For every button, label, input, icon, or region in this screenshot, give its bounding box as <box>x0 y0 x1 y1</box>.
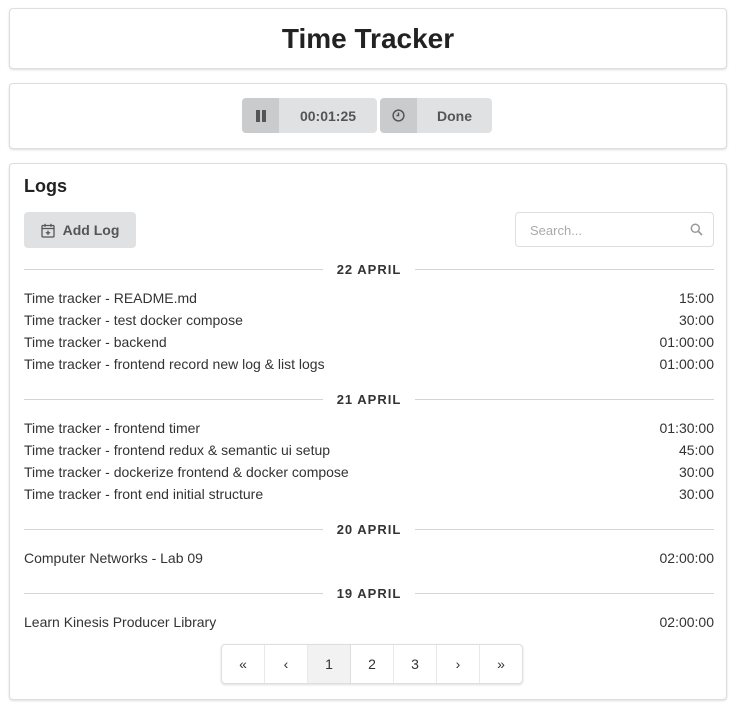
search-input[interactable] <box>528 213 682 248</box>
page-button-3[interactable]: 3 <box>394 645 437 683</box>
log-duration: 30:00 <box>678 464 714 480</box>
log-name: Learn Kinesis Producer Library <box>24 614 217 630</box>
log-duration: 01:00:00 <box>659 356 715 372</box>
log-duration: 01:00:00 <box>659 334 715 350</box>
log-name: Time tracker - front end initial structu… <box>24 486 264 502</box>
page-title: Time Tracker <box>281 23 455 54</box>
log-duration: 01:30:00 <box>659 420 715 436</box>
log-entry: Time tracker - backend 01:00:00 <box>24 331 714 353</box>
timer-button[interactable]: 00:01:25 <box>242 98 377 133</box>
log-duration: 30:00 <box>678 486 714 502</box>
done-label: Done <box>417 98 492 133</box>
date-label: 19 APRIL <box>336 585 402 601</box>
clock-icon <box>380 98 417 133</box>
log-entry: Time tracker - front end initial structu… <box>24 483 714 505</box>
log-duration: 02:00:00 <box>659 614 715 630</box>
date-label: 21 APRIL <box>336 391 402 407</box>
log-duration: 15:00 <box>678 290 714 306</box>
log-entry: Computer Networks - Lab 09 02:00:00 <box>24 547 714 569</box>
log-name: Time tracker - dockerize frontend & dock… <box>24 464 349 480</box>
date-label: 20 APRIL <box>336 521 402 537</box>
add-log-label: Add Log <box>62 222 120 238</box>
log-duration: 45:00 <box>678 442 714 458</box>
prev-page-button[interactable]: ‹ <box>265 645 308 683</box>
page-button-2[interactable]: 2 <box>351 645 394 683</box>
pause-icon[interactable] <box>242 98 279 133</box>
log-name: Time tracker - test docker compose <box>24 312 243 328</box>
log-name: Computer Networks - Lab 09 <box>24 550 203 566</box>
log-duration: 30:00 <box>678 312 714 328</box>
date-divider: 21 APRIL <box>24 391 714 407</box>
log-name: Time tracker - frontend timer <box>24 420 201 436</box>
pagination: « ‹ 1 2 3 › » <box>221 644 523 684</box>
log-name: Time tracker - frontend redux & semantic… <box>24 442 331 458</box>
logs-segment: Logs Add Log 22 APRIL Time tracker - REA… <box>9 163 727 700</box>
timer-segment: 00:01:25 Done <box>9 83 727 149</box>
last-page-button[interactable]: » <box>480 645 522 683</box>
done-button[interactable]: Done <box>380 98 492 133</box>
add-log-button[interactable]: Add Log <box>24 212 136 248</box>
search-box[interactable] <box>515 212 714 248</box>
log-duration: 02:00:00 <box>659 550 715 566</box>
date-divider: 20 APRIL <box>24 521 714 537</box>
date-label: 22 APRIL <box>336 261 402 277</box>
logs-heading: Logs <box>24 176 67 196</box>
page-button-1[interactable]: 1 <box>308 645 351 683</box>
calendar-plus-icon <box>40 223 55 238</box>
log-entry: Learn Kinesis Producer Library 02:00:00 <box>24 611 714 633</box>
search-icon <box>690 223 703 236</box>
log-entry: Time tracker - frontend redux & semantic… <box>24 439 714 461</box>
title-segment: Time Tracker <box>9 8 727 69</box>
first-page-button[interactable]: « <box>222 645 265 683</box>
date-divider: 19 APRIL <box>24 585 714 601</box>
log-name: Time tracker - frontend record new log &… <box>24 356 325 372</box>
timer-display: 00:01:25 <box>279 98 377 133</box>
log-entry: Time tracker - frontend record new log &… <box>24 353 714 375</box>
log-entry: Time tracker - dockerize frontend & dock… <box>24 461 714 483</box>
next-page-button[interactable]: › <box>437 645 480 683</box>
log-entry: Time tracker - test docker compose 30:00 <box>24 309 714 331</box>
log-name: Time tracker - README.md <box>24 290 197 306</box>
date-divider: 22 APRIL <box>24 261 714 277</box>
log-name: Time tracker - backend <box>24 334 167 350</box>
log-entry: Time tracker - frontend timer 01:30:00 <box>24 417 714 439</box>
log-entry: Time tracker - README.md 15:00 <box>24 287 714 309</box>
